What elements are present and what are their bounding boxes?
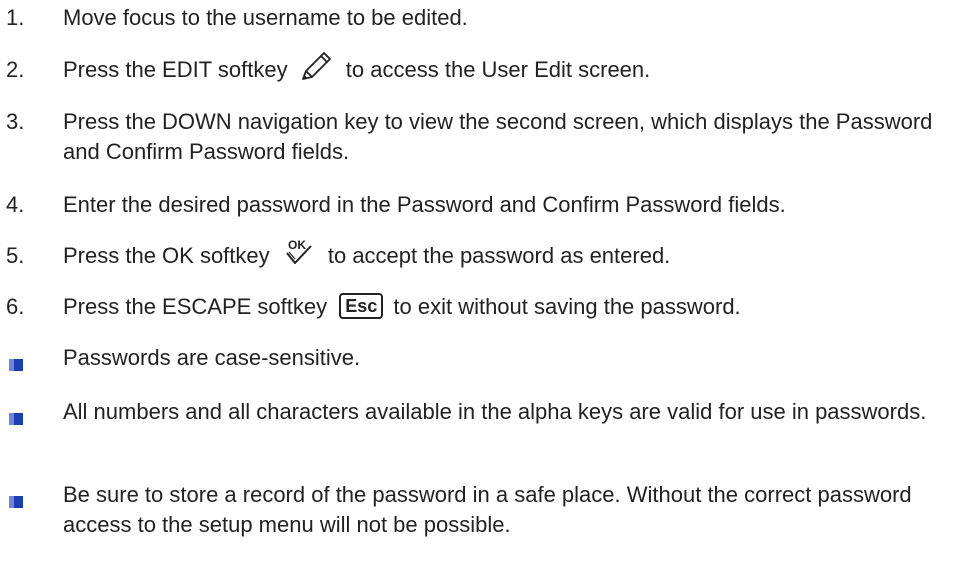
escape-key-icon: Esc: [339, 293, 384, 320]
bullet-icon: [9, 351, 23, 371]
step-number: 3.: [6, 109, 25, 134]
ok-icon-label: OK: [288, 238, 306, 252]
step-text-before: Press the OK softkey: [63, 243, 276, 268]
ok-check-icon: OK: [280, 238, 316, 266]
step-text: Press the DOWN navigation key to view th…: [63, 109, 933, 164]
step-number: 6.: [6, 294, 25, 319]
step-text-before: Press the ESCAPE softkey: [63, 294, 334, 319]
step-text-after: to exit without saving the password.: [387, 294, 741, 319]
step-text-after: to accept the password as entered.: [321, 243, 671, 268]
step-text: Move focus to the username to be edited.: [63, 5, 468, 30]
step-number: 1.: [6, 5, 25, 30]
note-text: All numbers and all characters available…: [63, 399, 927, 424]
bullet-icon: [9, 405, 23, 425]
step-number: 2.: [6, 57, 25, 82]
step-text: Press the OK softkey OK to accept the pa…: [63, 238, 968, 271]
step-text-after: to access the User Edit screen.: [339, 57, 651, 82]
step-number: 5.: [6, 243, 25, 268]
note-text: Be sure to store a record of the passwor…: [63, 482, 912, 537]
bullet-icon: [9, 488, 23, 508]
step-text: Press the ESCAPE softkey Esc to exit wit…: [63, 292, 968, 322]
step-text: Press the EDIT softkey to access the Use…: [63, 52, 968, 87]
step-number: 4.: [6, 192, 25, 217]
step-text-before: Press the EDIT softkey: [63, 57, 294, 82]
pencil-icon: [298, 51, 334, 83]
step-text: Enter the desired password in the Passwo…: [63, 192, 786, 217]
note-text: Passwords are case-sensitive.: [63, 345, 361, 370]
